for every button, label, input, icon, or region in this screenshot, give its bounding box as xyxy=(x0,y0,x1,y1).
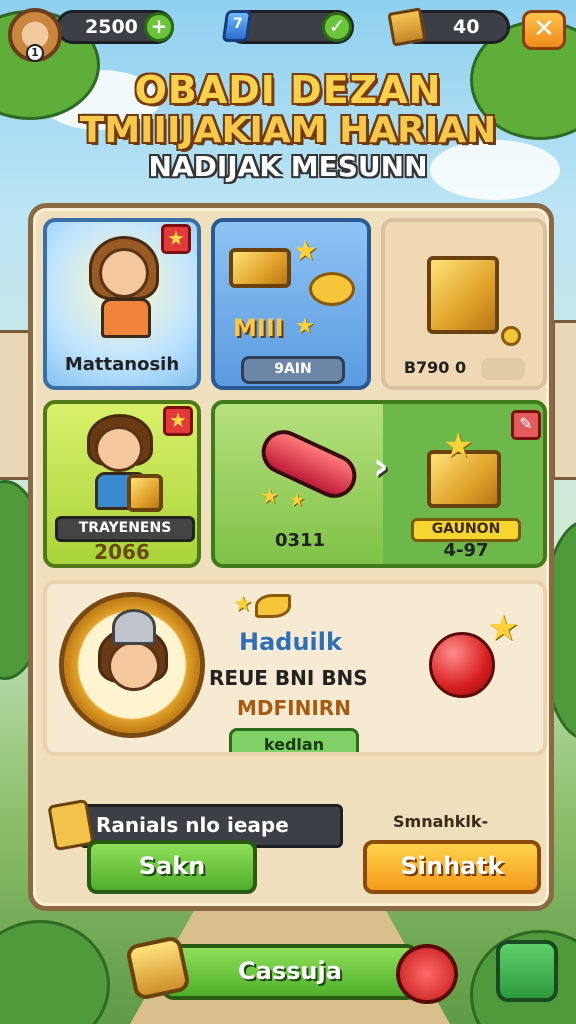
red-orb-icon xyxy=(429,632,495,698)
coin-icon xyxy=(501,326,521,346)
gold-box-icon[interactable] xyxy=(124,934,192,1002)
pencil-icon[interactable] xyxy=(496,940,558,1002)
chest-card[interactable]: ★ MIII ★ 9AIN xyxy=(211,218,371,390)
chest-card-tag: MIII xyxy=(233,314,284,342)
tool-card-value: 0311 xyxy=(274,530,326,551)
gems-value: 7 xyxy=(233,16,243,32)
sinhatk-button[interactable]: Sinhatk xyxy=(363,840,541,894)
tool-card-button-title[interactable]: GAUNON xyxy=(411,518,521,542)
feature-button[interactable]: kedlan xyxy=(229,728,359,754)
crate-icon xyxy=(387,7,427,47)
crates-value: 40 xyxy=(453,16,480,38)
star-icon: ★ xyxy=(289,490,306,511)
star-icon: ★ xyxy=(293,234,319,267)
star-icon: ★ xyxy=(233,592,253,617)
medal-hero-face xyxy=(108,641,160,691)
sakn-button[interactable]: Sakn xyxy=(87,840,257,894)
bush-bottom-left xyxy=(0,920,110,1024)
tool-card[interactable]: ★ ★ 0311 › ★ GAUNON 4-97 ✎ xyxy=(211,400,547,568)
hero-face xyxy=(99,248,149,298)
footer-caption: Smnahklk- xyxy=(393,812,489,831)
feature-card[interactable]: ★ Haduilk REUE BNI BNS MDFINIRN kedlan ★ xyxy=(43,580,547,756)
house-right xyxy=(552,320,576,480)
star-icon: ★ xyxy=(261,484,279,508)
player-level-badge: 1 xyxy=(26,44,44,62)
feature-subtitle: REUE BNI BNS xyxy=(209,666,368,690)
main-panel: Mattanosih ★ ★ MIII ★ 9AIN B790 0 TRAYEN… xyxy=(28,203,554,911)
player-avatar[interactable]: 1 xyxy=(8,8,62,62)
feature-subtitle-2: MDFINIRN xyxy=(237,696,351,720)
training-card-value: 2066 xyxy=(94,540,150,564)
arrow-right-icon: › xyxy=(373,444,389,488)
title-line-2: TMIIIJAKIAM HARIAN xyxy=(79,110,497,151)
hero-card-label: Mattanosih xyxy=(64,354,180,375)
trainer-face xyxy=(95,426,143,472)
hero-medal xyxy=(59,592,205,738)
top-hud: 2500 + 1 7 ✓ 40 ✕ xyxy=(0,7,576,62)
block-card[interactable]: B790 0 xyxy=(381,218,547,390)
training-card-title: TRAYENENS xyxy=(55,516,195,542)
block-card-value: B790 0 xyxy=(403,358,467,377)
hero-body xyxy=(101,298,151,338)
star-icon: ★ xyxy=(443,426,474,466)
helmet-icon xyxy=(112,609,156,645)
feature-title: Haduilk xyxy=(239,628,342,656)
tool-card-button-value: 4-97 xyxy=(443,540,489,561)
add-coins-icon[interactable]: + xyxy=(144,12,174,42)
gold-block-icon xyxy=(427,256,499,334)
star-icon: ★ xyxy=(295,314,315,339)
bottom-action-bar[interactable]: Cassuja xyxy=(160,944,420,1000)
chest-card-button[interactable]: 9AIN xyxy=(241,356,345,384)
star-icon: ★ xyxy=(163,406,193,436)
rent-label: Ranials nlo ieape xyxy=(96,813,289,837)
red-chest-icon[interactable] xyxy=(396,944,458,1004)
chest-block-icon xyxy=(229,248,291,288)
feature-button-label: kedlan xyxy=(263,735,325,754)
leaf-icon xyxy=(255,594,291,618)
ticket-icon xyxy=(47,798,95,852)
book-icon xyxy=(127,474,163,512)
pencil-icon[interactable]: ✎ xyxy=(511,410,541,440)
coins-value: 2500 xyxy=(85,16,138,38)
check-icon[interactable]: ✓ xyxy=(322,12,352,42)
star-icon: ★ xyxy=(487,608,520,649)
coin-stack-icon xyxy=(309,272,355,306)
title-line-1: OBADI DEZAN xyxy=(134,68,442,112)
block-card-progress xyxy=(481,358,525,380)
close-button[interactable]: ✕ xyxy=(522,10,566,50)
star-icon: ★ xyxy=(161,224,191,254)
title-line-3: NADIJAK MESUNN xyxy=(148,150,428,183)
